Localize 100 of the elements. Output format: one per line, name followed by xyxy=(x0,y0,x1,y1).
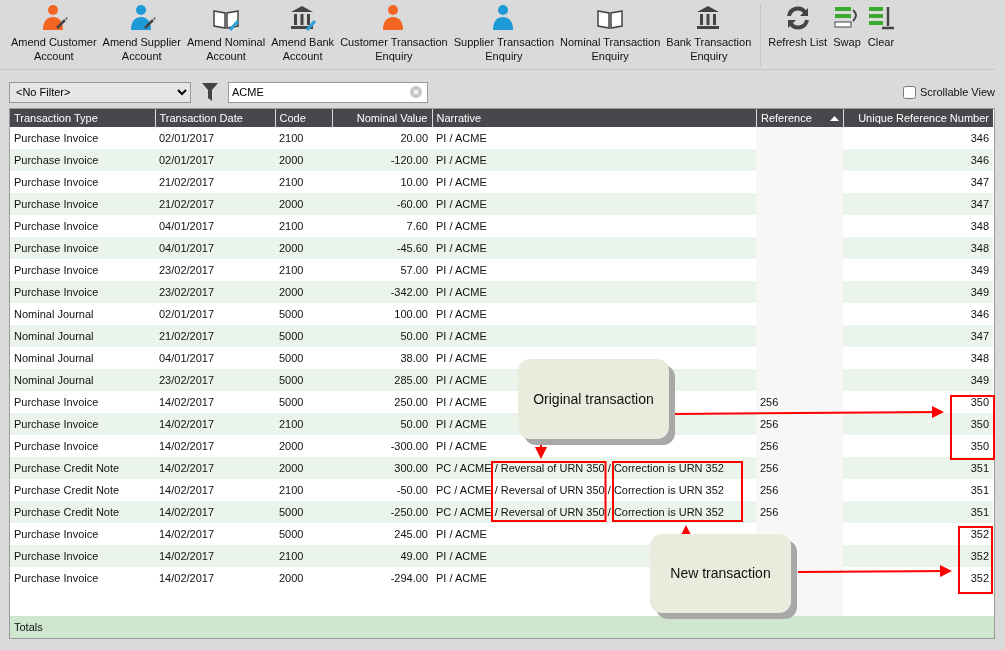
table-cell: 347 xyxy=(970,175,989,188)
toolbar-button[interactable]: Clear xyxy=(864,4,898,49)
table-cell: PI / ACME xyxy=(436,373,487,386)
filter-dropdown[interactable]: <No Filter> xyxy=(9,81,191,103)
table-cell: -120.00 xyxy=(390,153,428,166)
table-cell: 5000 xyxy=(279,527,304,540)
toolbar-button[interactable]: Amend Bank Account xyxy=(268,4,338,63)
column-header[interactable]: Narrative xyxy=(436,111,482,124)
table-cell: 256 xyxy=(760,461,779,474)
highlight-frame xyxy=(958,526,993,594)
bank-pen-icon xyxy=(288,4,317,32)
table-cell: 352 xyxy=(970,527,989,540)
table-cell: 300.00 xyxy=(394,461,428,474)
table-cell: Nominal Journal xyxy=(14,373,94,386)
table-cell: -50.00 xyxy=(396,483,428,496)
checkbox-label: Scrollable View xyxy=(920,84,995,100)
toolbar-button[interactable]: Nominal Transaction Enquiry xyxy=(557,4,664,63)
table-cell: 04/01/2017 xyxy=(159,219,215,232)
table-cell: 20.00 xyxy=(400,131,428,144)
table-cell: 351 xyxy=(970,461,989,474)
table-cell: PI / ACME xyxy=(436,549,487,562)
table-cell: 5000 xyxy=(279,373,304,386)
table-cell: 02/01/2017 xyxy=(159,131,215,144)
filter-icon[interactable] xyxy=(202,83,218,101)
table-cell: 21/02/2017 xyxy=(159,329,215,342)
table-cell: 2000 xyxy=(279,197,304,210)
table-cell: Purchase Invoice xyxy=(14,439,99,452)
table-cell: 100.00 xyxy=(394,307,428,320)
toolbar-button[interactable]: Swap xyxy=(830,4,864,49)
table-cell: 350 xyxy=(970,395,989,408)
table-cell: -300.00 xyxy=(390,439,428,452)
table-cell: PI / ACME xyxy=(436,571,487,584)
table-cell: 2100 xyxy=(279,175,304,188)
table-cell: 256 xyxy=(760,439,779,452)
table-cell: 2000 xyxy=(279,153,304,166)
table-cell: PI / ACME xyxy=(436,527,487,540)
table-cell: PI / ACME xyxy=(436,307,487,320)
table-cell: 23/02/2017 xyxy=(159,263,215,276)
table-cell: 2000 xyxy=(279,571,304,584)
table-cell: 5000 xyxy=(279,307,304,320)
scrollable-view-checkbox[interactable] xyxy=(903,85,916,99)
table-cell: -250.00 xyxy=(390,505,428,518)
table-cell: 349 xyxy=(970,263,989,276)
table-cell: 256 xyxy=(760,395,779,408)
table-cell: 2100 xyxy=(279,131,304,144)
table-cell: PI / ACME xyxy=(436,263,487,276)
toolbar-button[interactable]: Refresh List xyxy=(765,4,830,49)
table-cell: 350 xyxy=(970,439,989,452)
toolbar-button[interactable]: Customer Transaction Enquiry xyxy=(337,4,451,63)
table-cell: Purchase Invoice xyxy=(14,219,99,232)
table-cell: 2100 xyxy=(279,263,304,276)
table-cell: 256 xyxy=(760,505,779,518)
toolbar-button[interactable]: Bank Transaction Enquiry xyxy=(663,4,755,63)
table-cell: PI / ACME xyxy=(436,153,487,166)
table-cell: 57.00 xyxy=(400,263,428,276)
table-cell: 14/02/2017 xyxy=(159,461,215,474)
table-cell: 02/01/2017 xyxy=(159,307,215,320)
search-field[interactable]: ACME xyxy=(228,81,428,103)
table-cell: 349 xyxy=(970,373,989,386)
toolbar-button[interactable]: Amend Customer Account xyxy=(8,4,100,63)
toolbar-button[interactable]: Amend Nominal Account xyxy=(183,4,269,63)
table-cell: 348 xyxy=(970,351,989,364)
table-cell: PI / ACME xyxy=(436,285,487,298)
toolbar-button[interactable]: Amend Supplier Account xyxy=(99,4,184,63)
table-cell: 14/02/2017 xyxy=(159,571,215,584)
table-cell: 2100 xyxy=(279,219,304,232)
table-cell: PI / ACME xyxy=(436,395,487,408)
table-cell: 2000 xyxy=(279,241,304,254)
table-cell: Purchase Invoice xyxy=(14,527,99,540)
table-cell: 14/02/2017 xyxy=(159,527,215,540)
table-cell: PC / ACME / Reversal of URN 350 / Correction is URN 352 xyxy=(436,483,724,496)
table-cell: Purchase Invoice xyxy=(14,153,99,166)
table-cell: 256 xyxy=(760,417,779,430)
table-cell: 7.60 xyxy=(406,219,428,232)
table-cell: -294.00 xyxy=(390,571,428,584)
table-cell: Purchase Invoice xyxy=(14,197,99,210)
table-cell: Nominal Journal xyxy=(14,329,94,342)
table-cell: 2100 xyxy=(279,417,304,430)
table-cell: 21/02/2017 xyxy=(159,175,215,188)
table-cell: 14/02/2017 xyxy=(159,439,215,452)
table-cell: Purchase Invoice xyxy=(14,285,99,298)
table-cell: Purchase Invoice xyxy=(14,175,99,188)
table-cell: -342.00 xyxy=(390,285,428,298)
table-cell: Purchase Credit Note xyxy=(14,461,120,474)
table-cell: 10.00 xyxy=(400,175,428,188)
toolbar-button[interactable]: Supplier Transaction Enquiry xyxy=(450,4,557,63)
table-cell: PI / ACME xyxy=(436,197,487,210)
table-cell: 23/02/2017 xyxy=(159,285,215,298)
table-cell: 350 xyxy=(970,417,989,430)
table-cell: 256 xyxy=(760,483,779,496)
table-cell: 38.00 xyxy=(400,351,428,364)
table-cell: PC / ACME / Reversal of URN 350 / Correction is URN 352 xyxy=(436,505,724,518)
highlight-frame xyxy=(950,395,995,460)
table-cell: Purchase Credit Note xyxy=(14,483,120,496)
table-cell: Purchase Invoice xyxy=(14,571,99,584)
table-cell: -60.00 xyxy=(396,197,428,210)
table-cell: -45.60 xyxy=(396,241,428,254)
table-cell: 347 xyxy=(970,197,989,210)
table-cell: 5000 xyxy=(279,395,304,408)
table-cell: 14/02/2017 xyxy=(159,505,215,518)
